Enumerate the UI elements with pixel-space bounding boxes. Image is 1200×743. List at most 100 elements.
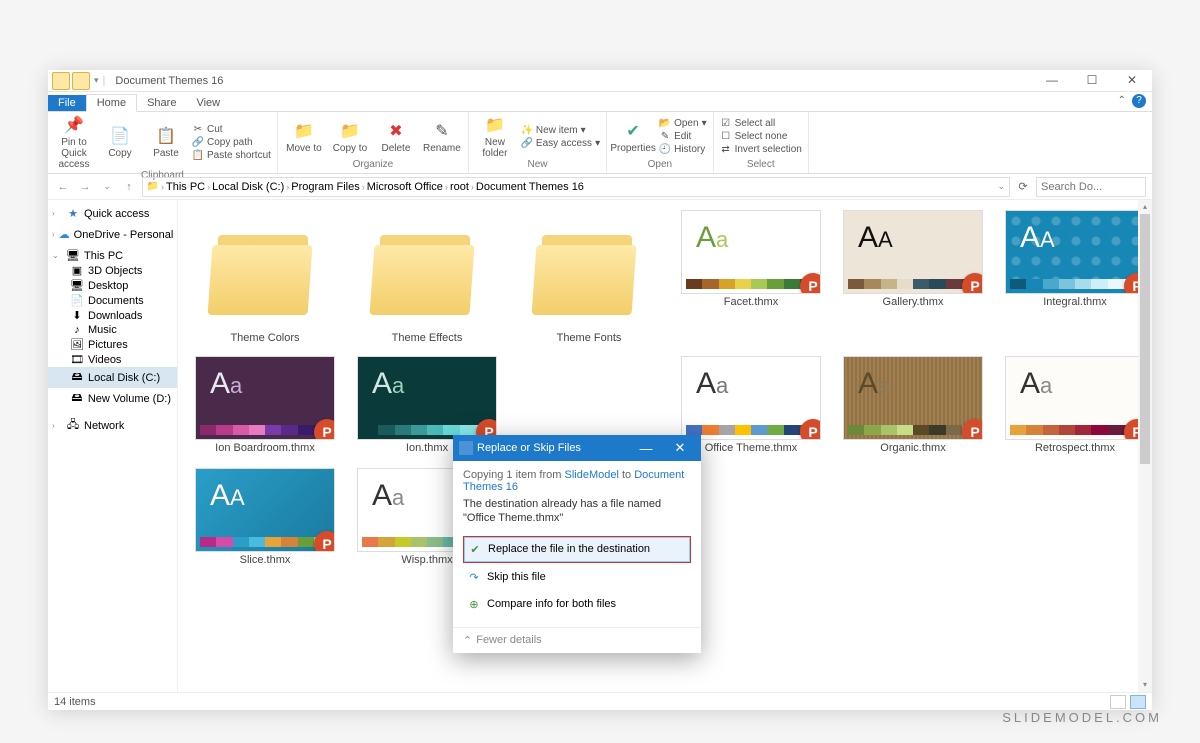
check-icon: ✔ — [468, 543, 482, 556]
address-bar: ← → ⌄ ↑ 📁 › This PC› Local Disk (C:)› Pr… — [48, 174, 1152, 200]
properties-icon: ✔ — [622, 120, 644, 142]
breadcrumb[interactable]: 📁 › This PC› Local Disk (C:)› Program Fi… — [142, 177, 1010, 197]
maximize-button[interactable]: ☐ — [1072, 70, 1112, 92]
search-input[interactable] — [1036, 177, 1146, 197]
copy-to-button[interactable]: 📁Copy to — [330, 120, 370, 154]
move-icon: 📁 — [293, 120, 315, 142]
copy-button[interactable]: 📄 Copy — [100, 125, 140, 159]
item-label: Ion Boardroom.thmx — [215, 442, 315, 454]
up-button[interactable]: ↑ — [120, 181, 138, 193]
rename-button[interactable]: ✎Rename — [422, 120, 462, 154]
theme-file-item[interactable]: Aa P Ion Boardroom.thmx — [190, 356, 340, 456]
history-button[interactable]: 🕘History — [659, 144, 707, 156]
dialog-close-button[interactable]: ✕ — [665, 440, 695, 456]
breadcrumb-seg[interactable]: Document Themes 16 — [476, 181, 584, 193]
monitor-icon: 🖥 — [66, 249, 80, 262]
music-icon: ♪ — [70, 324, 84, 336]
breadcrumb-seg[interactable]: root› — [450, 181, 474, 193]
scroll-up-icon[interactable]: ▴ — [1138, 200, 1152, 214]
nav-local-disk-c[interactable]: 🖴Local Disk (C:) — [48, 367, 177, 388]
view-details-button[interactable] — [1110, 695, 1126, 709]
skip-option[interactable]: ↷ Skip this file — [463, 565, 691, 590]
breadcrumb-seg[interactable]: Microsoft Office› — [367, 181, 448, 193]
nav-this-pc[interactable]: ⌄🖥This PC — [48, 248, 177, 263]
nav-desktop[interactable]: 🖥Desktop — [48, 278, 177, 293]
network-icon: 🖧 — [66, 416, 80, 435]
invert-selection-button[interactable]: ⇄Invert selection — [720, 144, 802, 156]
scroll-down-icon[interactable]: ▾ — [1138, 678, 1152, 692]
close-button[interactable]: ✕ — [1112, 70, 1152, 92]
nav-network[interactable]: ›🖧Network — [48, 415, 177, 436]
nav-pictures[interactable]: 🖼Pictures — [48, 337, 177, 352]
tab-view[interactable]: View — [186, 95, 230, 111]
view-icons-button[interactable] — [1130, 695, 1146, 709]
open-button[interactable]: 📂Open ▾ — [659, 118, 707, 130]
refresh-button[interactable]: ⟳ — [1014, 180, 1032, 193]
nav-downloads[interactable]: ⬇Downloads — [48, 308, 177, 323]
fewer-details-link[interactable]: Fewer details — [476, 634, 541, 646]
tab-file[interactable]: File — [48, 95, 86, 111]
easy-access-button[interactable]: 🔗Easy access ▾ — [521, 137, 600, 149]
cut-button[interactable]: ✂Cut — [192, 123, 271, 135]
nav-documents[interactable]: 📄Documents — [48, 293, 177, 308]
delete-button[interactable]: ✖Delete — [376, 120, 416, 154]
qat-button[interactable] — [72, 72, 90, 90]
nav-3d-objects[interactable]: ▣3D Objects — [48, 263, 177, 278]
breadcrumb-seg[interactable]: This PC› — [166, 181, 210, 193]
qat-dropdown-icon[interactable]: ▾ — [94, 75, 99, 86]
breadcrumb-seg[interactable]: Program Files› — [291, 181, 364, 193]
theme-file-item[interactable]: AA P Integral.thmx — [1000, 210, 1150, 344]
breadcrumb-seg[interactable]: Local Disk (C:)› — [212, 181, 289, 193]
source-link[interactable]: SlideModel — [564, 469, 618, 481]
paste-shortcut-button[interactable]: 📋Paste shortcut — [192, 149, 271, 161]
copy-icon: 📄 — [109, 125, 131, 147]
edit-button[interactable]: ✎Edit — [659, 131, 707, 143]
recent-dropdown-icon[interactable]: ⌄ — [98, 181, 116, 192]
ribbon-group-new: 📁New folder ✨New item ▾ 🔗Easy access ▾ N… — [469, 112, 607, 173]
copy-path-button[interactable]: 🔗Copy path — [192, 136, 271, 148]
folder-item[interactable]: Theme Fonts — [514, 210, 664, 344]
collapse-ribbon-icon[interactable]: ⌃ — [1118, 95, 1126, 106]
nav-videos[interactable]: 🎞Videos — [48, 352, 177, 367]
folder-item[interactable]: Theme Effects — [352, 210, 502, 344]
properties-button[interactable]: ✔Properties — [613, 120, 653, 154]
tab-home[interactable]: Home — [86, 94, 137, 112]
dialog-minimize-button[interactable]: — — [631, 441, 661, 456]
theme-file-item[interactable]: Aa P Organic.thmx — [838, 356, 988, 456]
paste-button[interactable]: 📋 Paste — [146, 125, 186, 159]
nav-onedrive[interactable]: ›☁OneDrive - Personal — [48, 227, 177, 242]
theme-file-item[interactable]: AA P Gallery.thmx — [838, 210, 988, 344]
tab-share[interactable]: Share — [137, 95, 186, 111]
help-icon[interactable]: ? — [1132, 94, 1146, 108]
rename-icon: ✎ — [431, 120, 453, 142]
select-all-button[interactable]: ☑Select all — [720, 118, 802, 130]
move-to-button[interactable]: 📁Move to — [284, 120, 324, 154]
new-item-icon: ✨ — [521, 124, 533, 136]
scrollbar[interactable]: ▴ ▾ — [1138, 200, 1152, 692]
qat-button[interactable] — [52, 72, 70, 90]
theme-file-item[interactable]: Aa P Facet.thmx — [676, 210, 826, 344]
nav-new-volume-d[interactable]: 🖴New Volume (D:) — [48, 388, 177, 409]
history-icon: 🕘 — [659, 144, 671, 156]
select-none-button[interactable]: ☐Select none — [720, 131, 802, 143]
nav-quick-access[interactable]: ›★Quick access — [48, 206, 177, 221]
minimize-button[interactable]: — — [1032, 70, 1072, 92]
theme-file-item[interactable]: AA P Slice.thmx — [190, 468, 340, 566]
folder-item[interactable]: Theme Colors — [190, 210, 340, 344]
pin-button[interactable]: 📌 Pin to Quick access — [54, 114, 94, 170]
back-button[interactable]: ← — [54, 181, 72, 193]
scroll-thumb[interactable] — [1140, 214, 1150, 464]
theme-file-item[interactable]: Aa P Retrospect.thmx — [1000, 356, 1150, 456]
powerpoint-badge-icon: P — [314, 531, 335, 552]
forward-button[interactable]: → — [76, 181, 94, 193]
new-item-button[interactable]: ✨New item ▾ — [521, 124, 600, 136]
cloud-icon: ☁ — [59, 228, 70, 241]
compare-option[interactable]: ⊕ Compare info for both files — [463, 592, 691, 617]
new-folder-button[interactable]: 📁New folder — [475, 114, 515, 159]
replace-option[interactable]: ✔ Replace the file in the destination — [463, 536, 691, 563]
item-label: Office Theme.thmx — [705, 442, 798, 454]
collapse-icon[interactable]: ⌃ — [463, 634, 472, 647]
item-label: Facet.thmx — [724, 296, 778, 308]
nav-music[interactable]: ♪Music — [48, 323, 177, 337]
copy-to-icon: 📁 — [339, 120, 361, 142]
